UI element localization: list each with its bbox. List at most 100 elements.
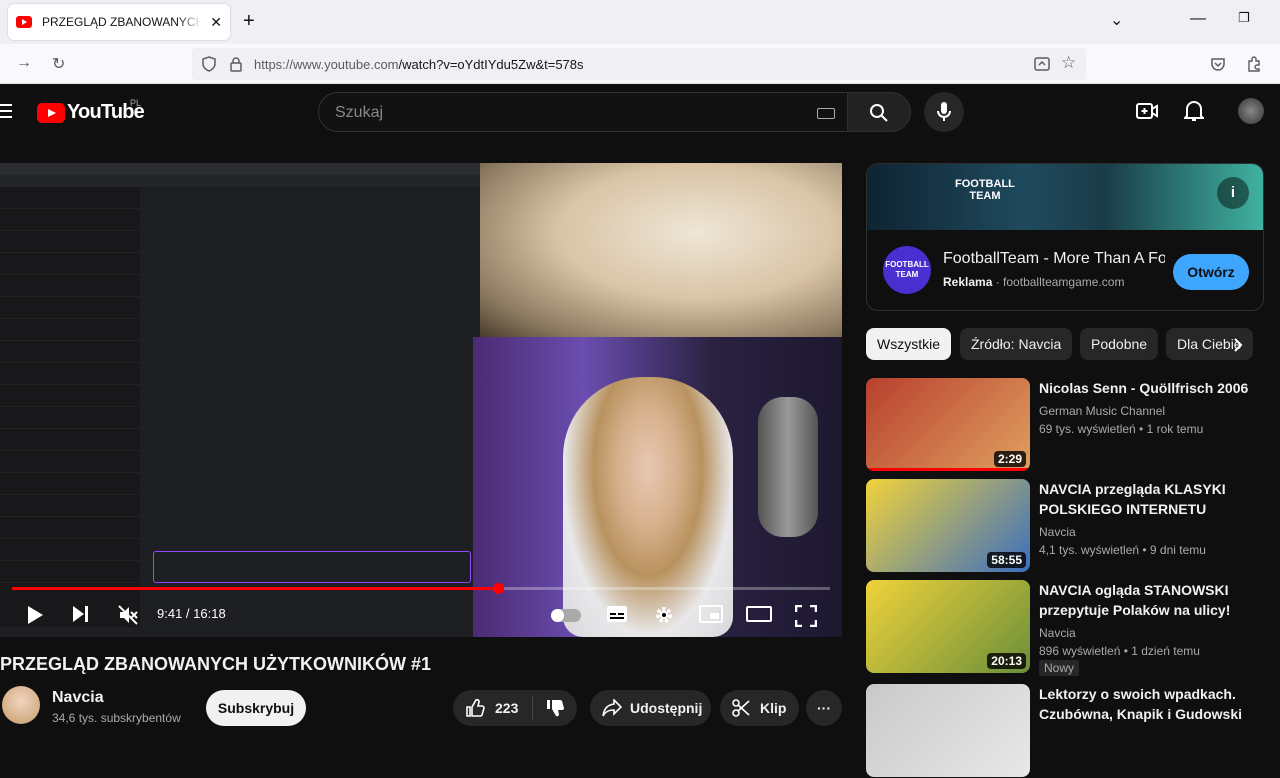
video-duration: 2:29	[993, 451, 1026, 467]
video-progress-bar[interactable]	[12, 583, 830, 594]
browser-tab[interactable]: PRZEGLĄD ZBANOWANYCH UŻYTKOWNIKÓW #1 ✕	[8, 4, 230, 40]
thumbs-up-icon[interactable]	[465, 698, 485, 718]
tab-title: PRZEGLĄD ZBANOWANYCH UŻYTKOWNIKÓW #1	[42, 15, 202, 29]
video-title: PRZEGLĄD ZBANOWANYCH UŻYTKOWNIKÓW #1	[0, 654, 431, 674]
share-icon	[602, 699, 622, 717]
chip-source[interactable]: Źródło: Navcia	[960, 328, 1073, 360]
recommendation-meta: 896 wyświetleń • 1 dzień temu	[1039, 644, 1200, 658]
advertiser-logo[interactable]: FOOTBALL TEAM	[883, 246, 931, 294]
bookmark-star-icon[interactable]: ☆	[1061, 53, 1076, 73]
share-button[interactable]: Udostępnij	[590, 690, 711, 726]
channel-name[interactable]: Navcia	[52, 689, 104, 707]
minimize-window-icon[interactable]: —	[1190, 10, 1206, 28]
ad-banner[interactable]: FOOTBALL TEAM i	[867, 164, 1263, 230]
youtube-logo[interactable]: YouTube PL	[37, 98, 145, 124]
recommendation-channel[interactable]: Navcia	[1039, 523, 1076, 541]
recommendation-filter-chips: Wszystkie Źródło: Navcia Podobne Dla Cie…	[866, 328, 1266, 360]
microphone-icon	[937, 102, 951, 121]
recommendation-item[interactable]: 20:13 NAVCIA ogląda STANOWSKI przepytuje…	[866, 580, 1266, 676]
chip-related[interactable]: Podobne	[1080, 328, 1159, 360]
url-text: https://www.youtube.com/watch?v=oYdtIYdu…	[254, 56, 584, 72]
video-player[interactable]: 9:41 / 16:18	[0, 163, 842, 637]
ad-title[interactable]: FootballTeam - More Than A Football Game	[943, 250, 1165, 268]
voice-search-button[interactable]	[924, 92, 964, 132]
video-frame-screen-capture	[0, 163, 480, 637]
settings-gear-icon[interactable]	[654, 605, 674, 625]
scissors-icon	[732, 699, 750, 717]
close-tab-icon[interactable]: ✕	[210, 14, 222, 31]
account-avatar[interactable]	[1238, 98, 1264, 124]
chevron-right-icon[interactable]	[1232, 338, 1244, 352]
search-icon	[870, 104, 888, 122]
lock-icon[interactable]	[229, 56, 243, 72]
browser-tab-bar: PRZEGLĄD ZBANOWANYCH UŻYTKOWNIKÓW #1 ✕ +…	[0, 0, 1280, 44]
notifications-bell-icon[interactable]	[1184, 100, 1204, 122]
muted-volume-icon[interactable]	[118, 605, 138, 625]
video-duration: 20:13	[987, 653, 1026, 669]
miniplayer-icon[interactable]	[699, 605, 723, 623]
ad-open-button[interactable]: Otwórz	[1173, 254, 1249, 290]
ad-meta: Reklama · footballteamgame.com	[943, 275, 1125, 289]
share-label: Udostępnij	[630, 700, 703, 716]
info-icon[interactable]: i	[1217, 177, 1249, 209]
video-thumbnail[interactable]: 2:29	[866, 378, 1030, 471]
country-code: PL	[130, 98, 142, 108]
subscribe-button[interactable]: Subskrybuj	[206, 690, 306, 726]
ad-card[interactable]: FOOTBALL TEAM i FOOTBALL TEAM FootballTe…	[866, 163, 1264, 311]
youtube-header: YouTube PL Szukaj	[0, 84, 1280, 140]
more-actions-button[interactable]: ···	[806, 690, 842, 726]
address-bar[interactable]: https://www.youtube.com/watch?v=oYdtIYdu…	[192, 48, 1086, 80]
recommendation-item[interactable]: 2:29 Nicolas Senn - Quöllfrisch 2006 Ger…	[866, 378, 1266, 472]
video-thumbnail[interactable]: 20:13	[866, 580, 1030, 673]
autoplay-toggle[interactable]	[551, 609, 581, 622]
subtitles-icon[interactable]	[606, 605, 628, 623]
recommendation-title[interactable]: Nicolas Senn - Quöllfrisch 2006	[1039, 378, 1261, 398]
pocket-icon[interactable]	[1210, 56, 1226, 72]
watched-progress	[866, 468, 1030, 471]
clip-label: Klip	[760, 700, 787, 716]
recommendation-title[interactable]: NAVCIA przegląda KLASYKI POLSKIEGO INTER…	[1039, 479, 1261, 519]
create-video-icon[interactable]	[1136, 100, 1158, 122]
search-button[interactable]	[847, 92, 911, 132]
reader-view-icon[interactable]	[1034, 56, 1050, 72]
chip-all[interactable]: Wszystkie	[866, 328, 951, 360]
like-dislike-group: 223	[453, 690, 577, 726]
video-thumbnail[interactable]	[866, 684, 1030, 777]
recommendation-channel[interactable]: German Music Channel	[1039, 402, 1165, 420]
recommendation-channel[interactable]: Navcia	[1039, 624, 1076, 642]
menu-icon[interactable]	[0, 104, 12, 122]
play-icon[interactable]	[26, 605, 44, 625]
search-input[interactable]: Szukaj	[318, 92, 848, 132]
shield-icon[interactable]	[201, 56, 217, 72]
recommendation-item[interactable]: Lektorzy o swoich wpadkach. Czubówna, Kn…	[866, 684, 1266, 778]
thumbs-down-icon[interactable]	[545, 698, 565, 718]
recommendation-item[interactable]: 58:55 NAVCIA przegląda KLASYKI POLSKIEGO…	[866, 479, 1266, 573]
restore-window-icon[interactable]: ❐	[1238, 10, 1250, 26]
tab-list-chevron-icon[interactable]: ⌄	[1110, 10, 1123, 30]
progress-fill	[12, 587, 498, 590]
theater-mode-icon[interactable]	[746, 605, 772, 623]
youtube-play-logo-icon	[37, 102, 65, 123]
video-frame-streamer	[473, 337, 842, 637]
video-thumbnail[interactable]: 58:55	[866, 479, 1030, 572]
recommendation-meta: 4,1 tys. wyświetleń • 9 dni temu	[1039, 543, 1206, 557]
next-video-icon[interactable]	[72, 605, 90, 623]
fullscreen-icon[interactable]	[795, 605, 817, 627]
new-tab-icon[interactable]: +	[243, 10, 255, 33]
ad-banner-logo: FOOTBALL TEAM	[955, 178, 1015, 202]
forward-icon[interactable]: →	[16, 54, 32, 72]
subscriber-count: 34,6 tys. subskrybentów	[52, 711, 181, 725]
clip-button[interactable]: Klip	[720, 690, 799, 726]
recommendation-title[interactable]: Lektorzy o swoich wpadkach. Czubówna, Kn…	[1039, 684, 1261, 724]
recommendation-title[interactable]: NAVCIA ogląda STANOWSKI przepytuje Polak…	[1039, 580, 1261, 620]
recommendation-meta: 69 tys. wyświetleń • 1 rok temu	[1039, 422, 1204, 436]
keyboard-icon[interactable]	[817, 108, 835, 119]
like-count[interactable]: 223	[495, 700, 518, 716]
progress-scrubber[interactable]	[492, 583, 504, 594]
channel-avatar[interactable]	[2, 686, 40, 724]
reload-icon[interactable]: ↻	[52, 54, 65, 74]
browser-nav-bar: → ↻ https://www.youtube.com/watch?v=oYdt…	[0, 44, 1280, 84]
video-duration: 58:55	[987, 552, 1026, 568]
extensions-icon[interactable]	[1246, 56, 1262, 72]
youtube-favicon-icon	[16, 16, 32, 28]
